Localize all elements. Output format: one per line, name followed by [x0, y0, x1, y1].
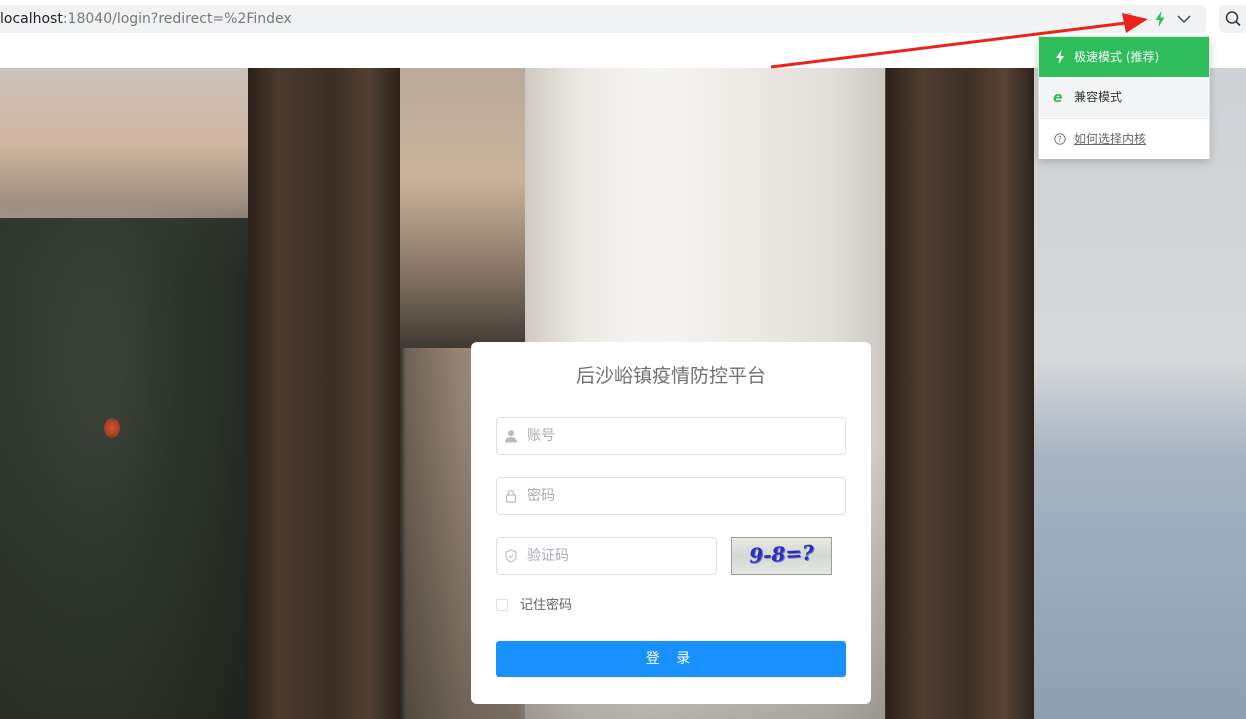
page-info-icon[interactable]: 2明: [1127, 12, 1139, 22]
lightning-icon: [1056, 50, 1064, 64]
remember-label: 记住密码: [520, 598, 573, 613]
url-text[interactable]: localhost:18040/login?redirect=%2Findex: [0, 10, 292, 28]
captcha-text: 9-8=?: [748, 540, 815, 568]
account-input[interactable]: [527, 418, 837, 454]
photo-wooden-post-left: [248, 68, 400, 719]
question-icon: ?: [1054, 133, 1066, 145]
menu-item-compat-mode[interactable]: e 兼容模式: [1039, 77, 1209, 117]
kernel-mode-button[interactable]: [1150, 9, 1170, 29]
photo-trees: [0, 218, 250, 719]
menu-item-label: 极速模式 (推荐): [1074, 50, 1160, 64]
ie-icon: e: [1053, 90, 1063, 105]
lock-icon: [505, 489, 517, 503]
captcha-image[interactable]: 9-8=?: [731, 537, 832, 575]
kernel-mode-menu: 极速模式 (推荐) e 兼容模式 ? 如何选择内核: [1038, 36, 1210, 159]
search-icon: [1225, 11, 1241, 27]
login-card: 后沙峪镇疫情防控平台 9-8=? 记住密码 登 录: [471, 342, 871, 704]
account-field[interactable]: [496, 417, 846, 455]
photo-red-light: [104, 418, 120, 438]
url-path: :18040/login?redirect=%2Findex: [62, 11, 292, 27]
menu-item-label: 如何选择内核: [1074, 132, 1147, 146]
photo-sea-right: [1034, 68, 1246, 719]
password-field[interactable]: [496, 477, 846, 515]
password-input[interactable]: [527, 478, 837, 514]
captcha-input[interactable]: [527, 538, 707, 574]
svg-text:?: ?: [1058, 135, 1062, 144]
lightning-icon: [1155, 11, 1165, 27]
svg-text:e: e: [1053, 90, 1063, 105]
login-button[interactable]: 登 录: [496, 641, 846, 677]
menu-item-kernel-help[interactable]: ? 如何选择内核: [1039, 119, 1209, 159]
url-host: localhost: [0, 11, 63, 27]
captcha-field[interactable]: [496, 537, 717, 575]
photo-sky-middle: [400, 68, 525, 348]
login-title: 后沙峪镇疫情防控平台: [575, 365, 766, 387]
user-icon: [505, 430, 517, 443]
shield-check-icon: [505, 549, 517, 563]
menu-item-label: 兼容模式: [1074, 90, 1123, 104]
search-button[interactable]: [1219, 5, 1246, 33]
remember-checkbox[interactable]: [496, 599, 508, 611]
chevron-down-icon: [1177, 15, 1191, 24]
kernel-dropdown-toggle[interactable]: [1175, 9, 1193, 29]
menu-item-fast-mode[interactable]: 极速模式 (推荐): [1039, 37, 1209, 77]
address-bar: localhost:18040/login?redirect=%2Findex …: [0, 0, 1246, 38]
photo-wooden-post-right: [886, 68, 1034, 719]
